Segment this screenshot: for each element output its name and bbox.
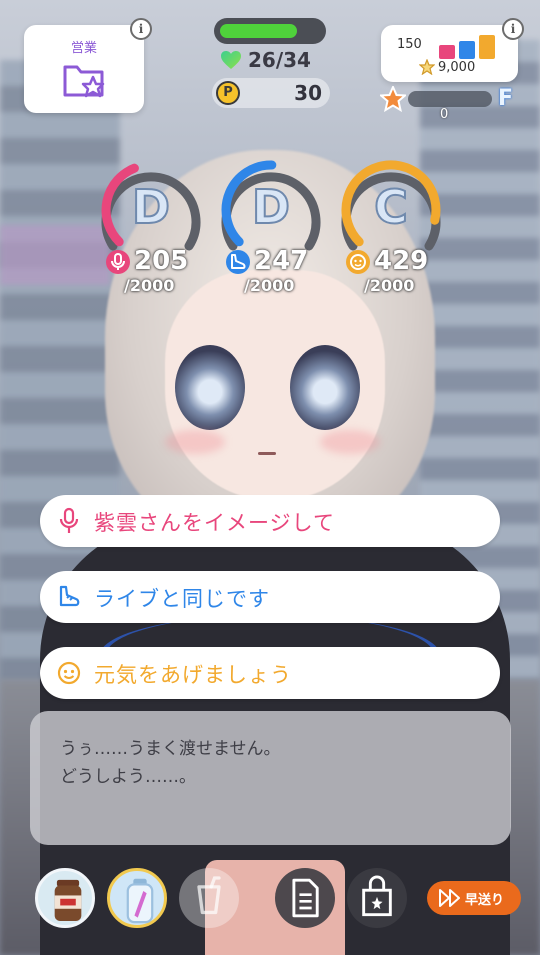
visual-gauge: C [338,158,444,258]
visual-stat: 429 /2000 [346,246,466,306]
document-icon [292,878,319,918]
stamina-display: 26/34 [218,48,328,72]
bottle-item-button[interactable] [107,868,167,928]
visual-value: 429 [374,246,429,276]
folder-star-icon [63,65,105,98]
stamina-bar [214,18,326,44]
drink-bottle-icon [126,878,154,924]
visual-max: /2000 [364,276,415,295]
coffee-bottle-icon [54,879,82,921]
rank-count: 0 [440,107,449,122]
stamina-text: 26/34 [248,48,311,72]
dialogue-line-1: うぅ……うまく渡せません。 [60,739,281,759]
dialogue-text: うぅ……うまく渡せません。 どうしよう……。 [60,735,490,791]
dance-gauge: D [218,158,324,258]
p-coin-display: P 30 [212,78,330,108]
heart-icon [221,51,241,69]
stamina-fill [220,24,297,38]
log-button[interactable] [275,868,335,928]
dance-max: /2000 [244,276,295,295]
face-icon [346,250,370,274]
dialogue-line-2: どうしよう……。 [60,767,196,787]
cup-icon [197,876,221,915]
work-info-icon[interactable]: i [130,18,152,40]
rank-letter: F [498,86,514,111]
vocal-gauge: D [98,158,204,258]
fast-forward-icon [439,889,460,907]
vocal-stat: 205 /2000 [106,246,226,306]
choice-vocal-button[interactable]: 紫雲さんをイメージして [40,495,500,553]
choice-vocal-text: 紫雲さんをイメージして [94,511,335,535]
dance-grade: D [251,179,291,235]
fans-card[interactable]: 150 9,000 [381,25,518,82]
present-button[interactable] [347,868,407,928]
p-coin-value: 30 [294,81,322,105]
microphone-icon [59,507,79,533]
vocal-grade: D [131,179,171,235]
face-icon [57,661,81,685]
choice-dance-button[interactable]: ライブと同じです [40,571,500,629]
choice-visual-text: 元気をあげましょう [94,663,292,687]
visual-grade: C [373,179,409,235]
fast-forward-label: 早送り [465,893,505,908]
work-button[interactable]: 営業 [24,25,144,113]
fans-count: 150 [397,37,422,52]
rank-display: F [380,86,520,116]
fans-total: 9,000 [438,60,476,75]
rank-progress-bar [408,91,492,107]
choice-dance-text: ライブと同じです [94,587,270,611]
rank-star-icon [380,86,406,112]
work-label: 営業 [70,41,97,56]
drink-slot-button[interactable] [179,868,239,928]
dance-stat: 247 /2000 [226,246,346,306]
microphone-icon [106,250,130,274]
fans-bar-icon [439,33,499,59]
coffee-item-button[interactable] [35,868,95,928]
gift-bag-icon [362,875,392,917]
vocal-max: /2000 [124,276,175,295]
p-coin-icon: P [216,81,240,105]
dance-value: 247 [254,246,309,276]
shoe-icon [226,250,250,274]
choice-visual-button[interactable]: 元気をあげましょう [40,647,500,705]
star-icon [419,59,435,75]
fast-forward-button[interactable]: 早送り [427,881,521,915]
dialogue-box[interactable]: うぅ……うまく渡せません。 どうしよう……。 [30,711,511,845]
fans-info-icon[interactable]: i [502,18,524,40]
shoe-icon [59,585,80,607]
vocal-value: 205 [134,246,189,276]
